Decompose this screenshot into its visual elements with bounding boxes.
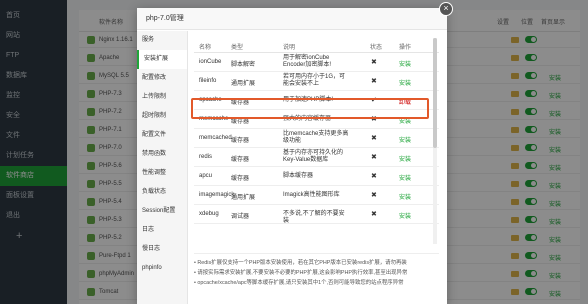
close-icon[interactable]: × bbox=[439, 2, 453, 16]
extension-desc: Imagick高性能图形库 bbox=[283, 192, 340, 198]
install-button[interactable]: 安装 bbox=[399, 59, 411, 68]
extension-name: redis bbox=[199, 154, 213, 160]
extension-desc: 基于内存亦可持久化的Key-Value数据库 bbox=[283, 150, 344, 163]
menu-item-slow-log[interactable]: 慢日志 bbox=[137, 240, 187, 259]
cross-icon: ✖ bbox=[371, 135, 377, 142]
extension-row: redis 缓存器 基于内存亦可持久化的Key-Value数据库 ✖ 安装 bbox=[194, 148, 439, 167]
menu-item-disabled-functions[interactable]: 禁用函数 bbox=[137, 145, 187, 164]
menu-item-phpinfo[interactable]: phpinfo bbox=[137, 259, 187, 278]
install-button[interactable]: 安装 bbox=[399, 192, 411, 201]
extension-type: 脚本解密 bbox=[231, 62, 256, 68]
extension-row: fileinfo 通用扩展 若可用内存小于1G，可能会安装不上 ✖ 安装 bbox=[194, 72, 439, 91]
install-button[interactable]: 安装 bbox=[399, 154, 411, 163]
col-type: 类型 bbox=[231, 45, 244, 51]
extension-desc: 不多说,不了解的不要安装 bbox=[283, 211, 345, 224]
extension-row: ionCube 脚本解密 用于解密ionCube Encoder加密脚本! ✖ 安装 bbox=[194, 53, 439, 72]
cross-icon: ✖ bbox=[371, 173, 377, 180]
col-action: 操作 bbox=[399, 45, 412, 51]
menu-item-install-ext[interactable]: 安装扩展 bbox=[137, 50, 187, 69]
extension-row: imagemagick 通用扩展 Imagick高性能图形库 ✖ 安装 bbox=[194, 186, 439, 205]
extension-name: xdebug bbox=[199, 211, 219, 217]
cross-icon: ✖ bbox=[371, 192, 377, 199]
modal-menu: 服务 安装扩展 配置修改 上传限制 超时限制 配置文件 禁用函数 性能调整 负载… bbox=[137, 31, 188, 304]
menu-item-timeout-limit[interactable]: 超时限制 bbox=[137, 107, 187, 126]
extension-row: apcu 缓存器 脚本缓存器 ✖ 安装 bbox=[194, 167, 439, 186]
cross-icon: ✖ bbox=[371, 78, 377, 85]
col-name: 名称 bbox=[199, 45, 212, 51]
extension-desc: 比memcache支持更多高级功能 bbox=[283, 131, 349, 144]
extension-table-header: 名称 类型 说明 状态 操作 bbox=[194, 38, 439, 53]
extension-type: 调试器 bbox=[231, 214, 250, 220]
menu-item-service[interactable]: 服务 bbox=[137, 31, 187, 50]
menu-item-upload-limit[interactable]: 上传限制 bbox=[137, 88, 187, 107]
note-item: 请按实际需求安装扩展,不要安装不必要的PHP扩展,这会影响PHP执行效率,甚至出… bbox=[194, 268, 439, 278]
extension-table: 名称 类型 说明 状态 操作 ionCube 脚本解密 用于解密ionCube En… bbox=[194, 38, 439, 224]
menu-item-load-status[interactable]: 负载状态 bbox=[137, 183, 187, 202]
col-desc: 说明 bbox=[283, 45, 296, 51]
php-manage-modal: php-7.0管理 服务 安装扩展 配置修改 上传限制 超时限制 配置文件 禁用… bbox=[137, 8, 447, 304]
extension-name: imagemagick bbox=[199, 192, 235, 198]
menu-item-config-edit[interactable]: 配置修改 bbox=[137, 69, 187, 88]
extension-scrollbar[interactable] bbox=[433, 38, 437, 244]
extension-name: ionCube bbox=[199, 59, 222, 65]
extension-row: memcached 缓存器 比memcache支持更多高级功能 ✖ 安装 bbox=[194, 129, 439, 148]
note-item: Redis扩展仅支持一个PHP版本安装使用，若在其它PHP版本已安装redis扩… bbox=[194, 258, 439, 268]
note-item: opcache/xcache/apc等脚本缓存扩展,请只安装其中1个,否则可能导… bbox=[194, 278, 439, 288]
extension-name: fileinfo bbox=[199, 78, 217, 84]
extension-type: 缓存器 bbox=[231, 138, 250, 144]
extension-type: 通用扩展 bbox=[231, 195, 256, 201]
extension-type: 通用扩展 bbox=[231, 81, 256, 87]
extension-desc: 脚本缓存器 bbox=[283, 173, 314, 179]
install-button[interactable]: 安装 bbox=[399, 173, 411, 182]
menu-item-performance[interactable]: 性能调整 bbox=[137, 164, 187, 183]
install-button[interactable]: 安装 bbox=[399, 135, 411, 144]
cross-icon: ✖ bbox=[371, 154, 377, 161]
col-status: 状态 bbox=[370, 45, 383, 51]
extension-desc: 用于解密ionCube Encoder加密脚本! bbox=[283, 55, 332, 68]
scrollbar-thumb[interactable] bbox=[433, 38, 437, 148]
extension-name: apcu bbox=[199, 173, 213, 179]
opcache-highlight-box bbox=[191, 98, 429, 119]
extension-type: 缓存器 bbox=[231, 157, 250, 163]
extension-desc: 若可用内存小于1G，可能会安装不上 bbox=[283, 74, 346, 87]
cross-icon: ✖ bbox=[371, 211, 377, 218]
notes-list: Redis扩展仅支持一个PHP版本安装使用，若在其它PHP版本已安装redis扩… bbox=[194, 253, 439, 288]
extension-name: memcached bbox=[199, 135, 232, 141]
extension-row: xdebug 调试器 不多说,不了解的不要安装 ✖ 安装 bbox=[194, 205, 439, 224]
menu-item-log[interactable]: 日志 bbox=[137, 221, 187, 240]
install-button[interactable]: 安装 bbox=[399, 78, 411, 87]
install-button[interactable]: 安装 bbox=[399, 211, 411, 220]
modal-title: php-7.0管理 bbox=[137, 8, 447, 30]
extension-type: 缓存器 bbox=[231, 176, 250, 182]
menu-item-config-file[interactable]: 配置文件 bbox=[137, 126, 187, 145]
cross-icon: ✖ bbox=[371, 59, 377, 66]
menu-item-session[interactable]: Session配置 bbox=[137, 202, 187, 221]
